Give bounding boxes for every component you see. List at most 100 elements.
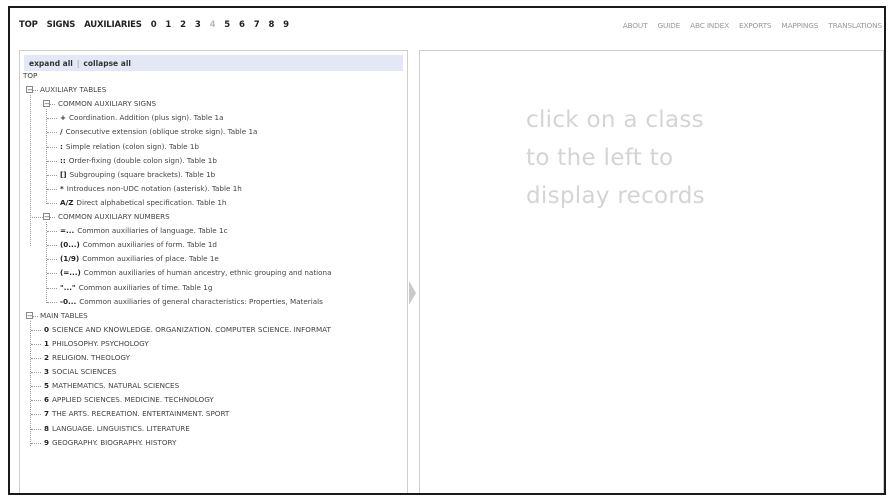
nav-item-top[interactable]: TOP bbox=[19, 20, 38, 30]
class-code: [] bbox=[60, 169, 67, 179]
tree-node-sign[interactable]: :: Order-fixing (double colon sign). Tabl… bbox=[60, 155, 217, 166]
class-label: Introduces non-UDC notation (asterisk). … bbox=[66, 183, 242, 193]
class-code: "..." bbox=[60, 282, 76, 292]
class-code: (0...) bbox=[60, 240, 80, 250]
class-label: TOP bbox=[23, 71, 38, 80]
class-label: THE ARTS. RECREATION. ENTERTAINMENT. SPO… bbox=[52, 409, 230, 419]
tree-root[interactable]: TOP bbox=[23, 70, 37, 81]
nav-item-7[interactable]: 7 bbox=[254, 20, 260, 30]
nav-item-2[interactable]: 2 bbox=[180, 20, 186, 30]
class-label: AUXILIARY TABLES bbox=[40, 85, 107, 95]
tree-node-auxiliary-number[interactable]: =... Common auxiliaries of language. Tabl… bbox=[60, 225, 228, 236]
nav-item-signs[interactable]: SIGNS bbox=[47, 20, 76, 30]
tree-node-main-class[interactable]: 8 LANGUAGE. LINGUISTICS. LITERATURE bbox=[44, 423, 190, 434]
nav-item-6[interactable]: 6 bbox=[239, 20, 245, 30]
class-label: RELIGION. THEOLOGY bbox=[52, 353, 130, 362]
nav-item-3[interactable]: 3 bbox=[195, 20, 201, 30]
tree-node-sign[interactable]: / Consecutive extension (oblique stroke s… bbox=[60, 126, 257, 137]
class-label: Simple relation (colon sign). Table 1b bbox=[65, 141, 199, 151]
tree-node-auxiliary-number[interactable]: -0... Common auxiliaries of general chara… bbox=[60, 296, 323, 307]
tree-toolbar: expand all | collapse all bbox=[24, 55, 403, 71]
collapse-arrow-icon[interactable] bbox=[409, 281, 416, 305]
nav-item-0[interactable]: 0 bbox=[151, 20, 157, 30]
class-label: Direct alphabetical specification. Table… bbox=[76, 197, 227, 207]
class-label: COMMON AUXILIARY SIGNS bbox=[58, 99, 157, 109]
collapse-all-button[interactable]: collapse all bbox=[83, 59, 131, 68]
tree-node-main-class[interactable]: 9 GEOGRAPHY. BIOGRAPHY. HISTORY bbox=[44, 437, 176, 448]
class-code: 8 bbox=[44, 423, 50, 433]
class-code: : bbox=[60, 141, 63, 151]
class-label: LANGUAGE. LINGUISTICS. LITERATURE bbox=[52, 423, 190, 433]
records-panel: click on a class to the left to display … bbox=[419, 50, 884, 493]
top-navigation: TOP SIGNS AUXILIARIES 0 1 2 3 4 5 6 7 8 9 ABOUT GUIDE… bbox=[10, 8, 884, 46]
tree-node-main-class[interactable]: 5 MATHEMATICS. NATURAL SCIENCES bbox=[44, 380, 179, 391]
nav-item-5[interactable]: 5 bbox=[224, 20, 230, 30]
tree-node-auxiliary-number[interactable]: (=...) Common auxiliaries of human ancest… bbox=[60, 267, 332, 278]
class-code: 3 bbox=[44, 367, 50, 377]
tree-node-main-class[interactable]: 0 SCIENCE AND KNOWLEDGE. ORGANIZATION. CO… bbox=[44, 324, 331, 335]
class-label: SOCIAL SCIENCES bbox=[52, 367, 117, 377]
tree-node-sign[interactable]: + Coordination. Addition (plus sign). Tab… bbox=[60, 112, 224, 123]
site-nav: ABOUT GUIDE ABC INDEX EXPORTS MAPPINGS TRANSL… bbox=[613, 21, 883, 30]
site-nav-mappings[interactable]: MAPPINGS bbox=[781, 21, 818, 30]
site-nav-exports[interactable]: EXPORTS bbox=[739, 21, 772, 30]
nav-item-9[interactable]: 9 bbox=[283, 20, 289, 30]
tree-node-main-class[interactable]: 1 PHILOSOPHY. PSYCHOLOGY bbox=[44, 338, 149, 349]
class-label: APPLIED SCIENCES. MEDICINE. TECHNOLOGY bbox=[52, 395, 214, 405]
expand-collapse-main-tables-icon[interactable]: − bbox=[26, 311, 33, 319]
expand-collapse-signs-icon[interactable]: − bbox=[43, 100, 50, 108]
class-code: 1 bbox=[44, 338, 50, 348]
class-label: GEOGRAPHY. BIOGRAPHY. HISTORY bbox=[52, 437, 177, 447]
nav-item-8[interactable]: 8 bbox=[268, 20, 274, 30]
tree-node-auxiliary-number[interactable]: (1/9) Common auxiliaries of place. Table … bbox=[60, 253, 219, 264]
class-label: Common auxiliaries of general characteri… bbox=[79, 296, 323, 306]
tree-node-auxiliary-number[interactable]: (0...) Common auxiliaries of form. Table … bbox=[60, 239, 217, 250]
expand-all-button[interactable]: expand all bbox=[29, 59, 73, 68]
tree-node-sign[interactable]: [] Subgrouping (square brackets). Table 1… bbox=[60, 169, 215, 180]
class-code: 7 bbox=[44, 409, 50, 419]
class-code: + bbox=[60, 113, 67, 123]
tree-node-common-auxiliary-numbers[interactable]: COMMON AUXILIARY NUMBERS bbox=[58, 211, 170, 222]
class-code: 9 bbox=[44, 437, 50, 447]
class-label: Consecutive extension (oblique stroke si… bbox=[65, 127, 258, 137]
tree-panel: expand all | collapse all TOP − AUXILIARY … bbox=[19, 50, 408, 493]
class-label: MATHEMATICS. NATURAL SCIENCES bbox=[52, 381, 180, 391]
class-label: Common auxiliaries of time. Table 1g bbox=[78, 282, 213, 292]
tree-node-common-auxiliary-signs[interactable]: COMMON AUXILIARY SIGNS bbox=[58, 98, 156, 109]
class-code: =... bbox=[60, 226, 75, 236]
tree-node-auxiliary-tables[interactable]: AUXILIARY TABLES bbox=[40, 84, 106, 95]
class-label: Coordination. Addition (plus sign). Tabl… bbox=[69, 113, 224, 123]
records-hint: click on a class to the left to display … bbox=[526, 107, 705, 209]
nav-item-auxiliaries[interactable]: AUXILIARIES bbox=[84, 20, 142, 30]
tree-node-main-class[interactable]: 6 APPLIED SCIENCES. MEDICINE. TECHNOLOGY bbox=[44, 394, 214, 405]
class-code: -0... bbox=[60, 296, 77, 306]
expand-collapse-numbers-icon[interactable]: − bbox=[43, 213, 50, 221]
tree-node-main-class[interactable]: 7 THE ARTS. RECREATION. ENTERTAINMENT. SP… bbox=[44, 408, 229, 419]
site-nav-about[interactable]: ABOUT bbox=[623, 21, 648, 30]
tree-node-sign[interactable]: : Simple relation (colon sign). Table 1b bbox=[60, 141, 199, 152]
tree-node-main-class[interactable]: 3 SOCIAL SCIENCES bbox=[44, 366, 116, 377]
tree-node-sign[interactable]: * Introduces non-UDC notation (asterisk).… bbox=[60, 183, 242, 194]
app-frame: TOP SIGNS AUXILIARIES 0 1 2 3 4 5 6 7 8 9 ABOUT GUIDE… bbox=[8, 6, 886, 495]
site-nav-abc-index[interactable]: ABC INDEX bbox=[690, 21, 729, 30]
panel-splitter[interactable] bbox=[409, 278, 417, 308]
class-code: :: bbox=[60, 155, 66, 165]
class-code: (1/9) bbox=[60, 254, 80, 264]
class-label: COMMON AUXILIARY NUMBERS bbox=[58, 212, 170, 221]
class-label: MAIN TABLES bbox=[40, 310, 88, 320]
class-label: Common auxiliaries of human ancestry, et… bbox=[83, 268, 332, 278]
class-code: 0 bbox=[44, 324, 50, 334]
site-nav-translations[interactable]: TRANSLATIONS bbox=[828, 21, 882, 30]
tree-node-sign[interactable]: A/Z Direct alphabetical specification. Ta… bbox=[60, 197, 226, 208]
class-code: 6 bbox=[44, 395, 50, 405]
tree-node-auxiliary-number[interactable]: "..." Common auxiliaries of time. Table 1… bbox=[60, 282, 212, 293]
nav-item-4[interactable]: 4 bbox=[210, 20, 216, 30]
site-nav-guide[interactable]: GUIDE bbox=[657, 21, 680, 30]
class-code: A/Z bbox=[60, 197, 74, 207]
class-code: / bbox=[60, 127, 63, 137]
tree-node-main-tables[interactable]: MAIN TABLES bbox=[40, 310, 88, 321]
tree-node-main-class[interactable]: 2 RELIGION. THEOLOGY bbox=[44, 352, 130, 363]
expand-collapse-auxiliary-icon[interactable]: − bbox=[26, 86, 33, 94]
class-label: SCIENCE AND KNOWLEDGE. ORGANIZATION. COM… bbox=[52, 324, 331, 334]
nav-item-1[interactable]: 1 bbox=[165, 20, 171, 30]
